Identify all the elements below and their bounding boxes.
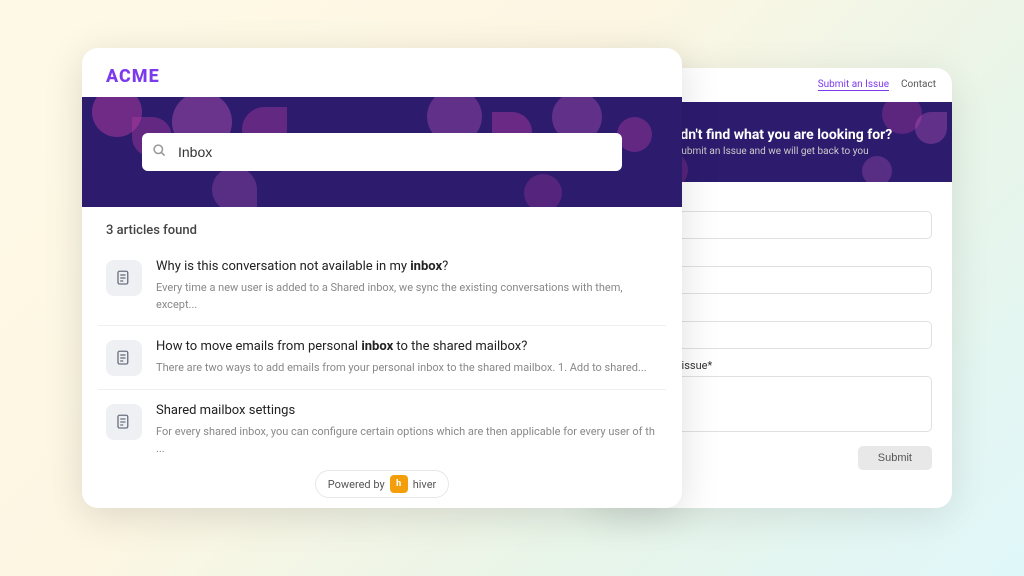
article-list: Why is this conversation not available i… — [82, 246, 682, 469]
search-bar-wrap — [142, 133, 622, 171]
article-title: Shared mailbox settings — [156, 402, 658, 420]
nav-link-submit[interactable]: Submit an Issue — [818, 79, 889, 91]
article-item[interactable]: Why is this conversation not available i… — [98, 246, 666, 326]
submit-button[interactable]: Submit — [858, 446, 932, 470]
article-item[interactable]: How to move emails from personal inbox t… — [98, 326, 666, 390]
article-excerpt: Every time a new user is added to a Shar… — [156, 280, 658, 313]
footer: Powered by h hiver — [82, 460, 682, 508]
article-excerpt: There are two ways to add emails from yo… — [156, 360, 647, 377]
back-hero-subtitle: Submit an Issue and we will get back to … — [675, 146, 868, 157]
article-excerpt: For every shared inbox, you can configur… — [156, 424, 658, 457]
article-title: How to move emails from personal inbox t… — [156, 338, 647, 356]
hiver-brand-text: hiver — [413, 478, 437, 491]
back-hero-title: Couldn't find what you are looking for? — [652, 127, 893, 143]
results-count: 3 articles found — [82, 207, 682, 246]
article-content: Why is this conversation not available i… — [156, 258, 658, 313]
article-icon — [106, 260, 142, 296]
front-logo: ACME — [82, 48, 682, 97]
article-icon — [106, 340, 142, 376]
search-icon — [152, 143, 166, 161]
back-nav-links: Submit an Issue Contact — [818, 79, 936, 91]
nav-link-contact[interactable]: Contact — [901, 79, 936, 91]
search-results-panel: ACME — [82, 48, 682, 508]
article-title: Why is this conversation not available i… — [156, 258, 658, 276]
hiver-logo-icon: h — [390, 475, 408, 493]
powered-by-badge: Powered by h hiver — [315, 470, 450, 498]
article-content: Shared mailbox settings For every shared… — [156, 402, 658, 457]
search-hero — [82, 97, 682, 207]
article-icon — [106, 404, 142, 440]
article-content: How to move emails from personal inbox t… — [156, 338, 647, 377]
article-item[interactable]: Shared mailbox settings For every shared… — [98, 390, 666, 469]
powered-by-text: Powered by — [328, 478, 385, 491]
search-input[interactable] — [142, 133, 622, 171]
